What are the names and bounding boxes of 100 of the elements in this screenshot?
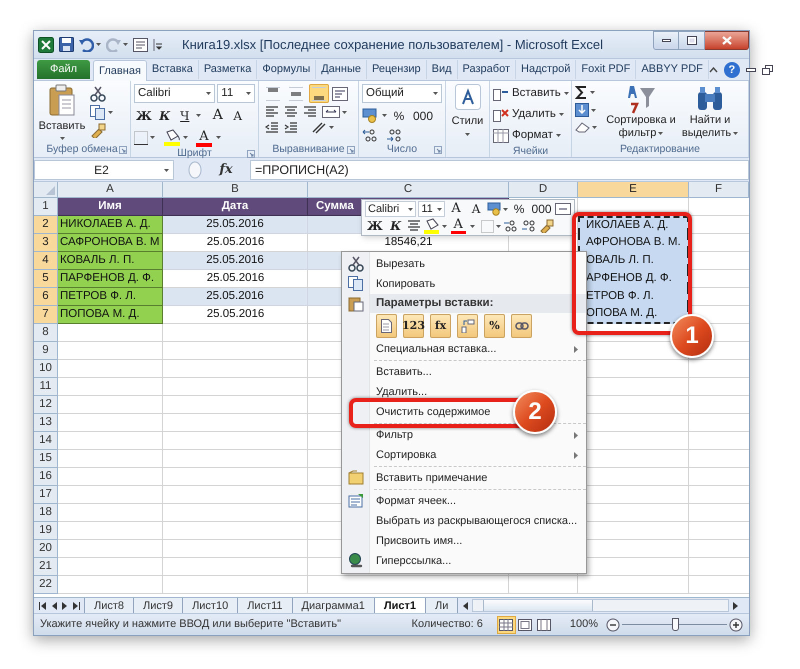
format-cells-button[interactable]: Формат [493, 126, 568, 145]
row-header[interactable]: 5 [34, 270, 58, 288]
sheet-tab[interactable]: Лист1 [374, 598, 426, 614]
maximize-button[interactable] [679, 31, 705, 50]
excel-logo-icon[interactable] [38, 36, 54, 52]
shrink-font-button[interactable]: A [467, 201, 486, 217]
caret-icon[interactable] [150, 136, 155, 139]
row-header[interactable]: 12 [34, 396, 58, 414]
row-header[interactable]: 3 [34, 234, 58, 252]
currency-icon[interactable] [362, 108, 379, 123]
row-header[interactable]: 6 [34, 288, 58, 306]
caret-icon[interactable] [164, 168, 169, 172]
vertical-align-button[interactable] [309, 84, 329, 103]
caret-icon[interactable] [590, 91, 595, 94]
sheet-tab[interactable]: Ли [424, 598, 458, 614]
close-button[interactable] [705, 31, 749, 50]
caret-icon[interactable] [592, 126, 597, 128]
caret-icon[interactable] [96, 43, 101, 46]
sheet-tab[interactable]: Лист10 [182, 598, 238, 614]
paste-button[interactable]: Вставить [37, 84, 87, 143]
menu-item[interactable]: Гиперссылка... [370, 554, 456, 568]
align-left-icon[interactable] [265, 106, 279, 118]
row-header[interactable]: 18 [34, 504, 58, 522]
formula-field[interactable]: =ПРОПИСН(A2) [250, 160, 749, 180]
ribbon-tab[interactable]: Вставка [146, 60, 199, 79]
sum-icon[interactable] [575, 86, 588, 99]
caret-icon[interactable] [658, 132, 664, 135]
paste-option-button[interactable]: fx [430, 314, 451, 338]
sheet-tab[interactable]: Лист11 [237, 598, 293, 614]
row-header[interactable]: 7 [34, 306, 58, 324]
scroll-right-icon[interactable] [733, 602, 739, 610]
find-select-button[interactable]: Найти и выделить [679, 84, 741, 143]
wrap-text-icon[interactable] [332, 86, 348, 100]
ribbon-tab[interactable]: Главная [93, 60, 147, 81]
menu-item[interactable]: Присвоить имя... [370, 534, 466, 548]
text-orientation-icon[interactable] [311, 121, 327, 134]
help-button[interactable]: ? [724, 62, 740, 78]
align-right-icon[interactable] [303, 106, 317, 118]
paste-option-button[interactable]: 123 [403, 314, 424, 338]
sheet-tab[interactable]: Лист8 [84, 598, 134, 614]
row-header[interactable]: 13 [34, 414, 58, 432]
copy-icon[interactable] [90, 105, 106, 120]
delete-cells-button[interactable]: Удалить [493, 105, 568, 124]
ribbon-tab[interactable]: Разметка [198, 60, 258, 79]
dialog-launcher-icon[interactable] [434, 146, 442, 154]
insert-cells-button[interactable]: Вставить [493, 84, 568, 103]
caret-icon[interactable] [496, 224, 501, 228]
row-header[interactable]: 9 [34, 342, 58, 360]
previous-sheet-icon[interactable] [51, 602, 57, 610]
collapse-ribbon-icon[interactable] [708, 67, 718, 73]
scissors-icon[interactable] [90, 86, 106, 102]
caret-icon[interactable] [196, 114, 201, 117]
menu-item[interactable]: Вырезать [370, 257, 429, 271]
restore-icon[interactable] [762, 65, 773, 75]
row-header[interactable]: 15 [34, 450, 58, 468]
percent-button[interactable]: % [390, 106, 408, 125]
row-header[interactable]: 4 [34, 252, 58, 270]
column-header[interactable]: A [58, 182, 163, 198]
slider-thumb[interactable] [672, 618, 678, 630]
caret-icon[interactable] [246, 92, 251, 95]
caret-icon[interactable] [183, 136, 188, 139]
next-sheet-icon[interactable] [62, 602, 68, 610]
row-header[interactable]: 16 [34, 468, 58, 486]
styles-button[interactable]: Стили [449, 84, 486, 143]
decrease-indent-icon[interactable] [265, 122, 279, 134]
italic-button[interactable]: К [156, 106, 174, 125]
row-header[interactable]: 21 [34, 558, 58, 576]
number-format-field[interactable]: Общий [362, 84, 442, 103]
row-header[interactable]: 19 [34, 522, 58, 540]
font-size-field[interactable]: 11 [217, 84, 255, 103]
caret-icon[interactable] [408, 208, 414, 210]
last-sheet-icon[interactable] [73, 602, 80, 610]
underline-button[interactable]: Ч [176, 106, 194, 125]
caret-icon[interactable] [470, 224, 475, 228]
paste-option-button[interactable] [511, 314, 532, 338]
caret-icon[interactable] [342, 110, 347, 114]
grow-font-button[interactable]: A [447, 201, 466, 217]
fill-color-icon[interactable] [422, 218, 440, 234]
menu-item[interactable]: Выбрать из раскрывающегося списка... [370, 514, 582, 528]
menu-item[interactable]: Сортировка [370, 448, 440, 462]
row-header[interactable]: 17 [34, 486, 58, 504]
align-center-icon[interactable] [406, 220, 421, 232]
format-painter-icon[interactable] [538, 219, 554, 233]
normal-view-button[interactable] [496, 616, 516, 634]
caret-icon[interactable] [206, 92, 212, 95]
font-color-button[interactable]: A [448, 218, 468, 234]
menu-item[interactable]: Удалить... [370, 385, 432, 399]
ribbon-tab[interactable]: Разработ [458, 60, 516, 79]
paste-option-button[interactable]: % [484, 314, 505, 338]
sheet-tab[interactable]: Диаграмма1 [292, 598, 375, 614]
caret-icon[interactable] [465, 132, 470, 136]
file-tab[interactable]: Файл [37, 60, 90, 79]
bold-button[interactable]: Ж [365, 218, 385, 234]
caret-icon[interactable] [558, 113, 564, 116]
vertical-align-button[interactable] [263, 84, 283, 103]
caret-icon[interactable] [556, 134, 561, 137]
ribbon-tab[interactable]: Надстрой [516, 60, 576, 79]
caret-icon[interactable] [442, 224, 447, 228]
splitter-handle-icon[interactable] [188, 161, 202, 179]
undo-icon[interactable] [79, 38, 94, 52]
